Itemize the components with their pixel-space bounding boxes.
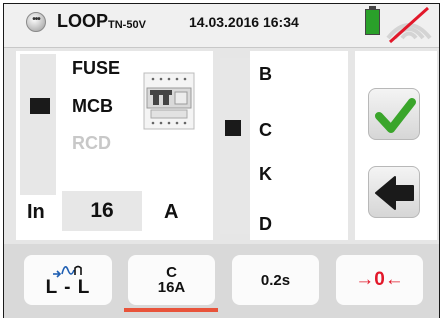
measure-mode-button[interactable]: L - L bbox=[24, 255, 112, 305]
circuit-breaker-icon bbox=[143, 72, 195, 130]
nominal-current-label: In bbox=[27, 201, 45, 223]
protection-curve-text: C bbox=[166, 264, 177, 281]
protection-selector-track[interactable] bbox=[20, 54, 56, 195]
protection-settings-button[interactable]: C 16A bbox=[128, 255, 215, 305]
curve-option-k[interactable]: K bbox=[259, 164, 272, 185]
option-fuse[interactable]: FUSE bbox=[72, 58, 120, 79]
battery-full-icon bbox=[365, 9, 380, 35]
datetime-display: 14.03.2016 16:34 bbox=[189, 14, 299, 30]
title-main: LOOP bbox=[57, 11, 109, 31]
curve-option-b[interactable]: B bbox=[259, 64, 272, 85]
zero-calibration-button[interactable]: →0← bbox=[336, 255, 423, 305]
nominal-current-unit: A bbox=[164, 201, 179, 223]
no-signal-icon bbox=[386, 6, 432, 44]
trip-time-button[interactable]: 0.2s bbox=[232, 255, 319, 305]
active-tab-underline bbox=[124, 308, 218, 312]
option-mcb[interactable]: MCB bbox=[72, 96, 113, 117]
checkmark-icon bbox=[375, 98, 416, 133]
measure-mode-label: L - L bbox=[45, 277, 91, 298]
curve-option-d[interactable]: D bbox=[259, 214, 272, 235]
loop-waveform-icon bbox=[53, 265, 82, 278]
nominal-current-field[interactable]: 16 bbox=[62, 191, 142, 231]
option-rcd: RCD bbox=[72, 133, 111, 153]
trip-time-label: 0.2s bbox=[260, 271, 291, 289]
curve-selector-track[interactable] bbox=[220, 58, 250, 234]
page-title: LOOPTN-50V bbox=[57, 11, 146, 32]
back-button[interactable] bbox=[368, 166, 420, 218]
curve-option-c[interactable]: C bbox=[259, 120, 272, 141]
confirm-button[interactable] bbox=[368, 88, 420, 140]
curve-selector-marker bbox=[225, 120, 241, 136]
menu-dots-icon[interactable]: ••• bbox=[26, 12, 46, 32]
title-sub: TN-50V bbox=[108, 19, 146, 31]
protection-selector-marker bbox=[30, 98, 50, 114]
arrow-left-icon bbox=[375, 176, 414, 210]
zero-calibration-label: →0← bbox=[355, 269, 404, 290]
protection-current-text: 16A bbox=[157, 279, 186, 296]
